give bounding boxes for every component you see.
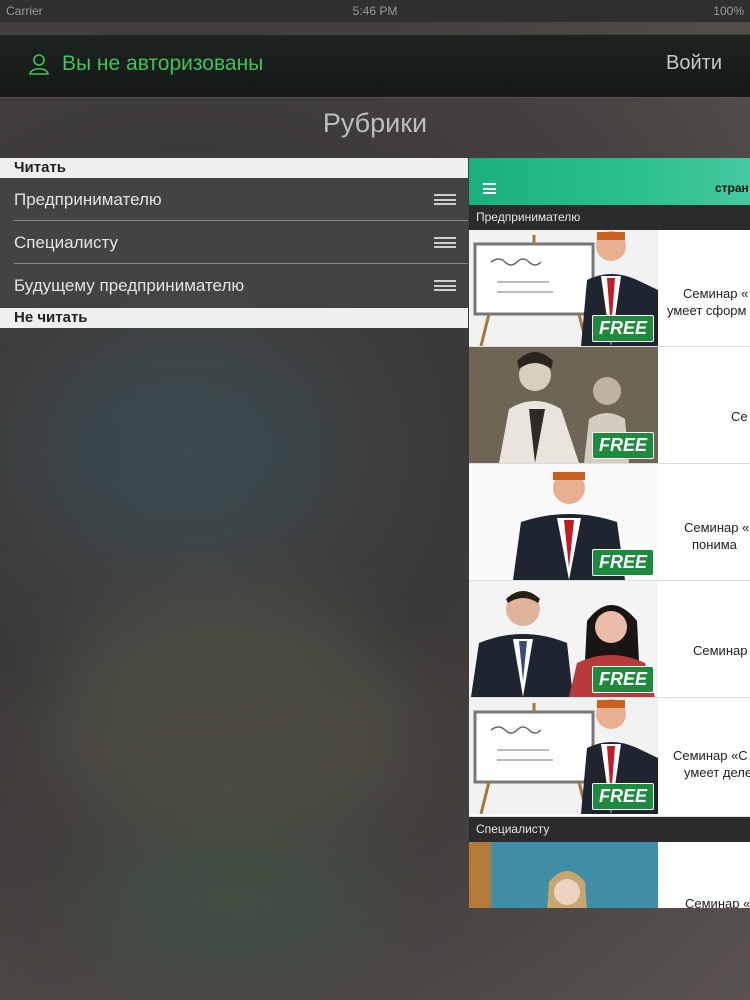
free-badge: FREE: [591, 315, 654, 342]
seminar-title-line1: Семинар «: [683, 286, 749, 301]
menu-item-label: Предпринимателю: [14, 190, 162, 209]
seminar-card-text: Се: [661, 347, 750, 463]
menu-item-future-entrepreneur[interactable]: Будущему предпринимателю: [0, 264, 468, 307]
seminar-thumbnail: FREE: [469, 347, 658, 463]
seminar-card[interactable]: FREE Семинар «С умеет деле: [469, 698, 750, 817]
seminar-card-text: Семинар: [661, 581, 750, 697]
auth-bar: Вы не авторизованы Войти: [0, 34, 750, 98]
free-badge: FREE: [591, 666, 654, 693]
seminar-title-line1: Семинар «: [684, 520, 750, 535]
seminar-title-line1: Се: [731, 409, 748, 424]
status-bar: Carrier 5:46 PM 100%: [0, 0, 750, 22]
user-icon: [29, 54, 49, 75]
battery-level: 100%: [713, 4, 744, 18]
seminar-card[interactable]: FREE Семинар « понима: [469, 464, 750, 581]
content-header-title: стран: [715, 181, 749, 195]
auth-status-label: Вы не авторизованы: [62, 52, 264, 75]
seminar-title-line1: Семинар «С: [673, 748, 748, 763]
menu-item-entrepreneur[interactable]: Предпринимателю: [0, 178, 468, 221]
seminar-thumbnail: FREE: [469, 698, 658, 814]
menu-item-specialist[interactable]: Специалисту: [0, 221, 468, 264]
seminar-thumbnail: FREE: [469, 230, 658, 346]
drag-handle-icon[interactable]: [434, 237, 456, 248]
free-badge: FREE: [591, 783, 654, 810]
seminar-thumbnail: FREE: [469, 581, 658, 697]
menu-item-label: Будущему предпринимателю: [14, 276, 245, 295]
seminar-card[interactable]: Семинар «: [469, 842, 750, 908]
seminar-title-line2: умеет деле: [684, 765, 750, 780]
seminar-card-text: Семинар « понима: [661, 464, 750, 580]
free-badge: FREE: [591, 549, 654, 576]
background-blob: [30, 350, 330, 550]
menu-item-label: Специалисту: [14, 233, 119, 252]
seminar-card[interactable]: FREE Семинар: [469, 581, 750, 698]
seminar-thumbnail: FREE: [469, 464, 658, 580]
seminar-title-line2: понима: [692, 537, 737, 552]
seminar-card-text: Семинар « умеет сформ: [661, 230, 750, 346]
login-button[interactable]: Войти: [666, 52, 722, 75]
background-blob: [40, 600, 420, 850]
drag-handle-icon[interactable]: [434, 280, 456, 291]
seminar-title-line1: Семинар «: [685, 896, 750, 908]
seminar-card-text: Семинар «: [661, 842, 750, 908]
content-header: стран: [469, 158, 750, 205]
category-bar: Специалисту: [469, 817, 750, 842]
seminar-card-text: Семинар «С умеет деле: [661, 698, 750, 814]
section-header-read: Читать: [0, 158, 468, 178]
section-header-not-read: Не читать: [0, 308, 468, 328]
background-blob: [80, 830, 380, 980]
seminar-title-line2: умеет сформ: [667, 303, 747, 318]
seminar-thumbnail-art: [469, 842, 658, 908]
content-panel: стран Предпринимателю FREE Семинар « уме…: [469, 158, 750, 908]
category-bar: Предпринимателю: [469, 205, 750, 230]
seminar-card[interactable]: FREE Семинар « умеет сформ: [469, 230, 750, 347]
page-title: Рубрики: [322, 108, 428, 138]
free-badge: FREE: [591, 432, 654, 459]
drag-handle-icon[interactable]: [434, 194, 456, 205]
hamburger-menu-icon[interactable]: [483, 183, 496, 194]
seminar-card[interactable]: FREE Се: [469, 347, 750, 464]
seminar-title-line1: Семинар: [693, 643, 748, 658]
clock: 5:46 PM: [352, 4, 398, 18]
seminar-thumbnail: [469, 842, 658, 908]
